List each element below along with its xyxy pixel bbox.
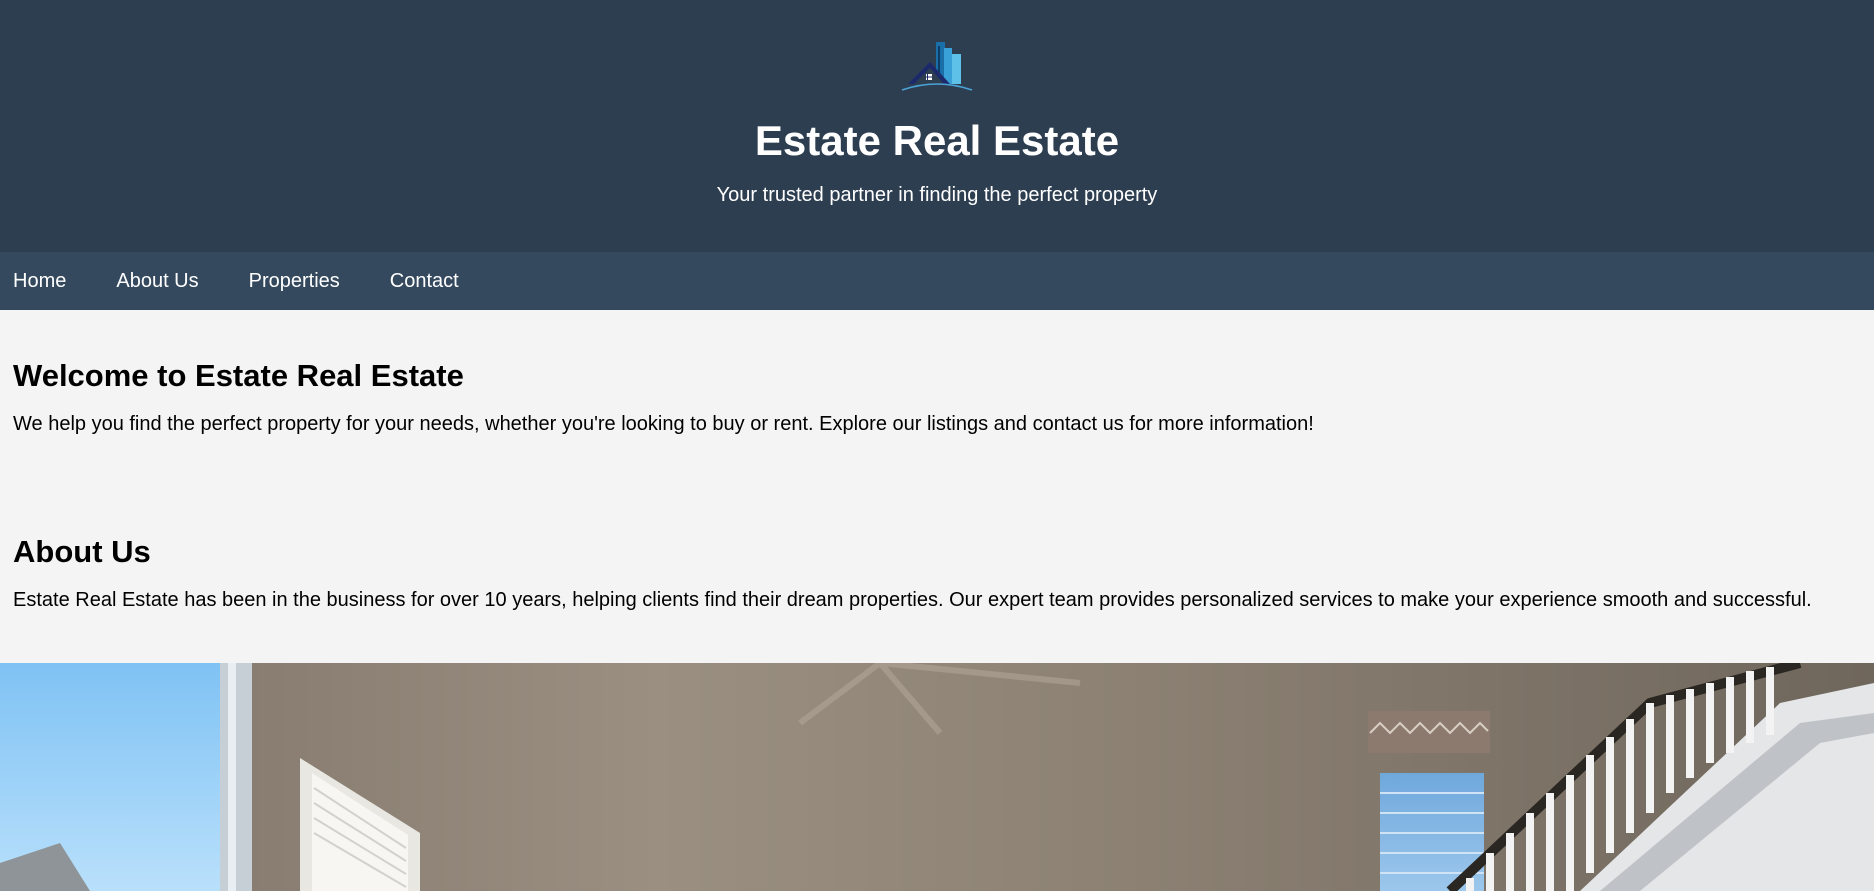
main-nav: Home About Us Properties Contact xyxy=(0,252,1874,310)
interior-living-room-photo xyxy=(0,663,1874,891)
building-house-logo-icon xyxy=(901,42,973,91)
nav-link-contact[interactable]: Contact xyxy=(390,269,459,293)
welcome-heading: Welcome to Estate Real Estate xyxy=(13,358,464,393)
site-tagline: Your trusted partner in finding the perf… xyxy=(716,184,1158,206)
site-title: Estate Real Estate xyxy=(754,117,1120,164)
nav-link-properties[interactable]: Properties xyxy=(249,269,340,293)
nav-link-home[interactable]: Home xyxy=(13,269,66,293)
welcome-section: Welcome to Estate Real Estate We help yo… xyxy=(13,358,1863,436)
hero-interior-image xyxy=(0,663,1874,891)
about-section: About Us Estate Real Estate has been in … xyxy=(13,534,1863,612)
site-header: Estate Real Estate Your trusted partner … xyxy=(0,0,1874,252)
nav-link-about-us[interactable]: About Us xyxy=(116,269,198,293)
welcome-text: We help you find the perfect property fo… xyxy=(13,413,1314,435)
about-heading: About Us xyxy=(13,534,151,569)
about-text: Estate Real Estate has been in the busin… xyxy=(13,589,1812,611)
